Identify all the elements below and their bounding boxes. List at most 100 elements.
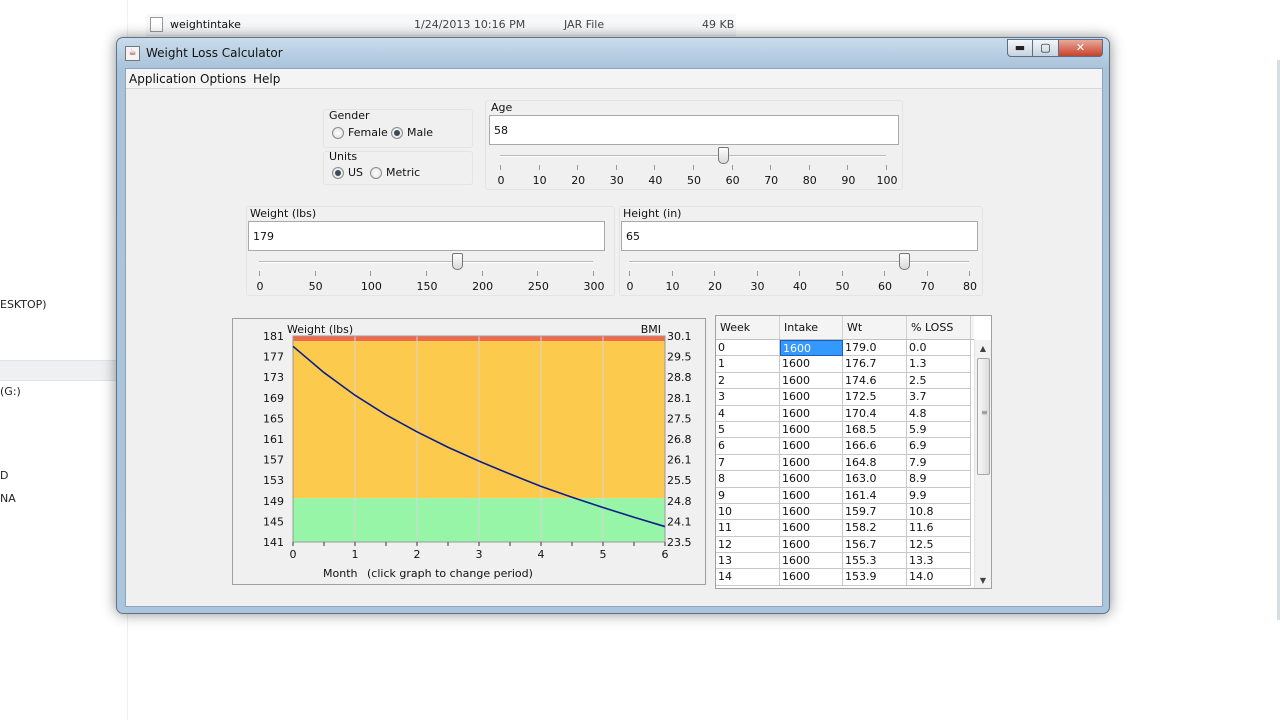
table-cell[interactable]: 1 bbox=[716, 356, 780, 373]
table-row[interactable]: 8 1600 163.0 8.9 bbox=[716, 471, 974, 488]
table-row[interactable]: 7 1600 164.8 7.9 bbox=[716, 454, 974, 472]
table-cell[interactable]: 1600 bbox=[780, 340, 843, 357]
table-cell[interactable]: 14.0 bbox=[907, 569, 971, 586]
table-cell[interactable]: 6.9 bbox=[907, 438, 971, 455]
scroll-thumb[interactable]: ≡ bbox=[977, 358, 990, 475]
table-row[interactable]: 14 1600 153.9 14.0 bbox=[716, 569, 974, 586]
table-cell[interactable]: 1600 bbox=[780, 372, 843, 390]
table-cell[interactable]: 1600 bbox=[780, 569, 843, 586]
table-cell[interactable]: 12.5 bbox=[907, 536, 971, 554]
nav-item-drive-g[interactable]: (G:) bbox=[0, 385, 21, 398]
age-input[interactable]: 58 bbox=[489, 115, 899, 145]
table-cell[interactable]: 10 bbox=[716, 503, 780, 521]
scroll-down-arrow-icon[interactable]: ▼ bbox=[975, 574, 991, 588]
table-cell[interactable]: 174.6 bbox=[843, 372, 907, 390]
weekly-table[interactable]: Week Intake Wt% LOSS 0 1600 179.0 0.0 1 1600 176… bbox=[715, 315, 992, 589]
table-row[interactable]: 13 1600 155.3 13.3 bbox=[716, 553, 974, 570]
table-cell[interactable]: 170.4 bbox=[843, 405, 907, 422]
table-cell[interactable]: 3 bbox=[716, 389, 780, 406]
table-cell[interactable]: 12 bbox=[716, 536, 780, 554]
height-slider-thumb[interactable] bbox=[899, 253, 911, 270]
table-row[interactable]: 5 1600 168.5 5.9 bbox=[716, 421, 974, 439]
minimize-button[interactable]: ▬ bbox=[1007, 39, 1033, 57]
table-row[interactable]: 10 1600 159.7 10.8 bbox=[716, 503, 974, 521]
table-cell[interactable]: 1600 bbox=[780, 503, 843, 521]
table-cell[interactable]: 164.8 bbox=[843, 454, 907, 472]
weight-chart[interactable]: 18117717316916516115715314914514130.129.… bbox=[233, 319, 705, 584]
table-cell[interactable]: 1600 bbox=[780, 405, 843, 422]
table-cell[interactable]: 176.7 bbox=[843, 356, 907, 373]
table-row[interactable]: 0 1600 179.0 0.0 bbox=[716, 340, 974, 357]
table-cell[interactable]: 2 bbox=[716, 372, 780, 390]
table-cell[interactable]: 9 bbox=[716, 487, 780, 504]
file-row-weightintake[interactable]: weightintake 1/24/2013 10:16 PM JAR File… bbox=[146, 14, 736, 36]
table-cell[interactable]: 156.7 bbox=[843, 536, 907, 554]
menu-application[interactable]: Application bbox=[129, 72, 196, 86]
table-cell[interactable]: 10.8 bbox=[907, 503, 971, 521]
table-cell[interactable]: 155.3 bbox=[843, 553, 907, 570]
table-cell[interactable]: 158.2 bbox=[843, 520, 907, 537]
weight-slider-track[interactable] bbox=[259, 261, 593, 263]
gender-female-radio[interactable]: Female bbox=[332, 126, 388, 139]
table-cell[interactable]: 13.3 bbox=[907, 553, 971, 570]
nav-item-desktop[interactable]: ESKTOP) bbox=[0, 298, 47, 311]
table-row[interactable]: 2 1600 174.6 2.5 bbox=[716, 372, 974, 390]
table-cell[interactable]: 161.4 bbox=[843, 487, 907, 504]
table-cell[interactable]: 159.7 bbox=[843, 503, 907, 521]
table-cell[interactable]: 1.3 bbox=[907, 356, 971, 373]
table-cell[interactable]: 0.0 bbox=[907, 340, 971, 357]
nav-item-na[interactable]: NA bbox=[0, 492, 16, 505]
table-cell[interactable]: 1600 bbox=[780, 471, 843, 488]
age-slider-thumb[interactable] bbox=[717, 147, 729, 164]
table-cell[interactable]: 4.8 bbox=[907, 405, 971, 422]
menu-options[interactable]: Options bbox=[200, 72, 246, 86]
table-cell[interactable]: 11 bbox=[716, 520, 780, 537]
table-cell[interactable]: 8 bbox=[716, 471, 780, 488]
table-cell[interactable]: 11.6 bbox=[907, 520, 971, 537]
table-cell[interactable]: 1600 bbox=[780, 553, 843, 570]
table-cell[interactable]: 1600 bbox=[780, 536, 843, 554]
table-row[interactable]: 3 1600 172.5 3.7 bbox=[716, 389, 974, 406]
age-slider-track[interactable] bbox=[500, 155, 886, 157]
table-vertical-scrollbar[interactable]: ▲ ≡ ▼ bbox=[974, 340, 991, 588]
table-cell[interactable]: 166.6 bbox=[843, 438, 907, 455]
table-cell[interactable]: 3.7 bbox=[907, 389, 971, 406]
column-header[interactable]: % LOSS bbox=[907, 316, 971, 339]
table-row[interactable]: 11 1600 158.2 11.6 bbox=[716, 520, 974, 537]
column-header[interactable]: Wt bbox=[843, 316, 907, 339]
table-cell[interactable]: 5 bbox=[716, 421, 780, 439]
table-cell[interactable]: 13 bbox=[716, 553, 780, 570]
units-us-radio[interactable]: US bbox=[332, 166, 363, 179]
table-cell[interactable]: 5.9 bbox=[907, 421, 971, 439]
weight-chart-panel[interactable]: 181 177 173 169 165 161 157 153 149 145 141 30.1 29.… bbox=[232, 318, 706, 585]
height-slider-track[interactable] bbox=[629, 261, 969, 263]
table-cell[interactable]: 7 bbox=[716, 454, 780, 472]
table-cell[interactable]: 179.0 bbox=[843, 340, 907, 357]
table-cell[interactable]: 172.5 bbox=[843, 389, 907, 406]
table-row[interactable]: 6 1600 166.6 6.9 bbox=[716, 438, 974, 455]
height-input[interactable]: 65 bbox=[621, 221, 978, 251]
table-cell[interactable]: 1600 bbox=[780, 487, 843, 504]
table-cell[interactable]: 1600 bbox=[780, 356, 843, 373]
column-header[interactable]: Week bbox=[716, 316, 780, 339]
column-header[interactable]: Intake bbox=[780, 316, 843, 339]
scroll-up-arrow-icon[interactable]: ▲ bbox=[975, 342, 991, 356]
title-bar[interactable]: ☕ Weight Loss Calculator ▬ ▢ ✕ bbox=[117, 38, 1109, 68]
table-cell[interactable]: 9.9 bbox=[907, 487, 971, 504]
table-cell[interactable]: 168.5 bbox=[843, 421, 907, 439]
menu-help[interactable]: Help bbox=[253, 72, 280, 86]
close-button[interactable]: ✕ bbox=[1059, 39, 1103, 57]
table-row[interactable]: 4 1600 170.4 4.8 bbox=[716, 405, 974, 422]
maximize-button[interactable]: ▢ bbox=[1033, 39, 1059, 57]
table-cell[interactable]: 163.0 bbox=[843, 471, 907, 488]
table-cell[interactable]: 8.9 bbox=[907, 471, 971, 488]
weight-slider-thumb[interactable] bbox=[452, 253, 464, 270]
table-cell[interactable]: 2.5 bbox=[907, 372, 971, 390]
units-metric-radio[interactable]: Metric bbox=[370, 166, 420, 179]
table-cell[interactable]: 1600 bbox=[780, 438, 843, 455]
table-cell[interactable]: 153.9 bbox=[843, 569, 907, 586]
table-row[interactable]: 1 1600 176.7 1.3 bbox=[716, 356, 974, 373]
table-cell[interactable]: 6 bbox=[716, 438, 780, 455]
weight-input[interactable]: 179 bbox=[248, 221, 605, 251]
table-cell[interactable]: 7.9 bbox=[907, 454, 971, 472]
